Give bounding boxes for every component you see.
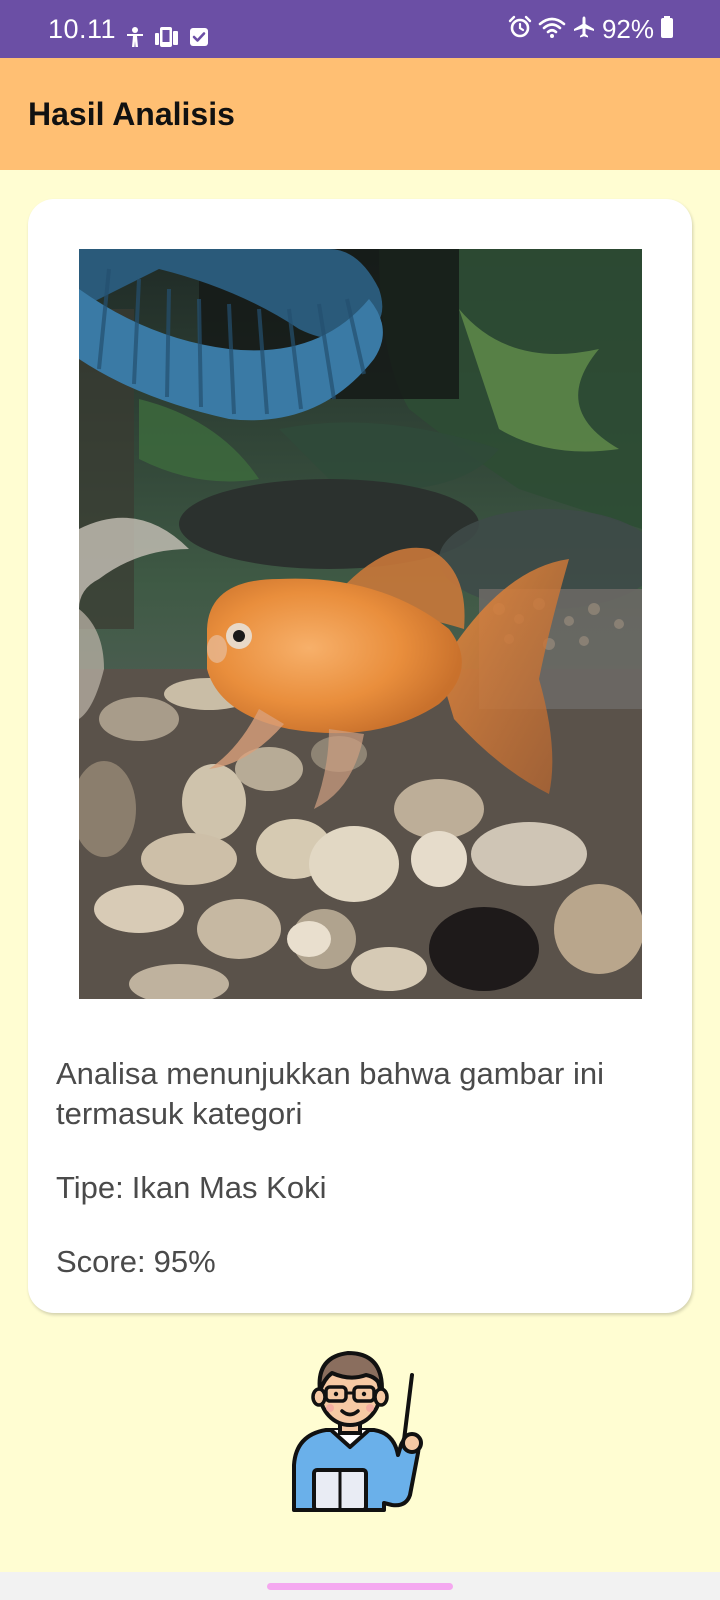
score-line: Score: 95% xyxy=(56,1242,656,1282)
analysis-description: Analisa menunjukkan bahwa gambar ini ter… xyxy=(56,1056,604,1131)
wifi-icon xyxy=(538,15,566,44)
gesture-handle[interactable] xyxy=(267,1583,453,1590)
status-time: 10.11 xyxy=(48,14,117,44)
status-left-icons xyxy=(124,26,210,53)
airplane-mode-icon xyxy=(572,15,596,44)
score-value: 95% xyxy=(153,1244,216,1279)
accessibility-icon xyxy=(124,26,146,53)
type-label: Tipe: xyxy=(56,1170,124,1205)
type-value: Ikan Mas Koki xyxy=(131,1170,327,1205)
navigation-bar xyxy=(0,1572,720,1600)
checkbox-notification-icon xyxy=(188,26,210,53)
score-label: Score: xyxy=(56,1244,146,1279)
type-line: Tipe: Ikan Mas Koki xyxy=(56,1168,656,1208)
status-right-icons: 92% xyxy=(508,14,674,45)
result-card: Analisa menunjukkan bahwa gambar ini ter… xyxy=(28,199,692,1313)
alarm-icon xyxy=(508,15,532,44)
battery-icon xyxy=(660,15,674,44)
device-sync-icon xyxy=(154,26,180,53)
goldfish-photo xyxy=(79,249,642,999)
app-bar: Hasil Analisis xyxy=(0,58,720,170)
teacher-with-pointer-icon xyxy=(286,1345,436,1515)
battery-percentage: 92% xyxy=(601,14,654,44)
status-bar: 10.11 92% xyxy=(0,0,720,58)
page-title: Hasil Analisis xyxy=(28,96,235,132)
